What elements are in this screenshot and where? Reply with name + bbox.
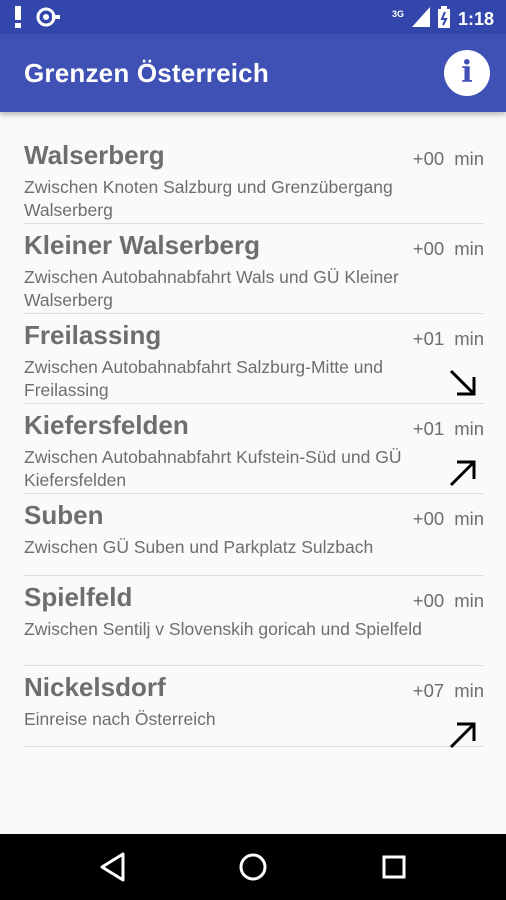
status-right: 3G 1:18 [392, 6, 494, 33]
delay-unit: min [454, 418, 484, 439]
item-name: Spielfeld [24, 582, 133, 612]
list-item[interactable]: Suben Zwischen GÜ Suben und Parkplatz Su… [24, 494, 484, 576]
delay-unit: min [454, 148, 484, 169]
delay-value: +01 [412, 328, 445, 349]
alert-icon [14, 6, 22, 33]
app-bar: Grenzen Österreich i [0, 34, 506, 112]
delay-value: +00 [412, 508, 445, 529]
delay-unit: min [454, 680, 484, 701]
back-icon[interactable] [96, 850, 130, 884]
delay-unit: min [454, 590, 484, 611]
item-description: Zwischen Autobahnabfahrt Wals und GÜ Kle… [24, 267, 399, 310]
delay-value: +00 [412, 238, 445, 259]
delay-unit: min [454, 328, 484, 349]
status-time: 1:18 [457, 9, 494, 29]
border-list: Walserberg Zwischen Knoten Salzburg und … [24, 134, 484, 749]
item-name: Suben [24, 500, 104, 530]
item-name: Kleiner Walserberg [24, 230, 261, 260]
info-button[interactable]: i [444, 50, 490, 96]
delay-value: +00 [412, 148, 445, 169]
item-description: Zwischen Autobahnabfahrt Salzburg-Mitte … [24, 357, 383, 400]
item-delay: +01 min [413, 328, 484, 350]
network-label: 3G [391, 8, 404, 19]
signal-icon [411, 7, 430, 32]
list-item[interactable]: Nickelsdorf Einreise nach Österreich +07… [24, 666, 484, 749]
arrow-up-right-icon [449, 460, 476, 487]
item-delay: +00 min [413, 508, 484, 530]
info-icon: i [461, 55, 473, 90]
list-item[interactable]: Kiefersfelden Zwischen Autobahnabfahrt K… [24, 404, 484, 494]
delay-value: +07 [412, 680, 445, 701]
item-name: Walserberg [24, 140, 165, 170]
item-delay: +01 min [413, 418, 484, 440]
item-description: Zwischen Autobahnabfahrt Kufstein-Süd un… [24, 447, 402, 490]
delay-unit: min [454, 508, 484, 529]
delay-unit: min [454, 238, 484, 259]
item-name: Nickelsdorf [24, 672, 166, 702]
item-delay: +00 min [413, 238, 484, 260]
item-delay: +07 min [413, 680, 484, 702]
item-delay: +00 min [413, 148, 484, 170]
item-description: Zwischen Sentilj v Slovenskih goricah un… [24, 619, 422, 639]
list-item[interactable]: Spielfeld Zwischen Sentilj v Slovenskih … [24, 576, 484, 666]
item-delay: +00 min [413, 590, 484, 612]
item-name: Freilassing [24, 320, 162, 350]
item-description: Zwischen GÜ Suben und Parkplatz Sulzbach [24, 537, 374, 557]
delay-value: +00 [412, 590, 445, 611]
home-icon[interactable] [236, 850, 270, 884]
item-description: Zwischen Knoten Salzburg und Grenzüberga… [24, 177, 393, 220]
list-item[interactable]: Freilassing Zwischen Autobahnabfahrt Sal… [24, 314, 484, 404]
arrow-up-right-icon [449, 722, 476, 749]
app-title: Grenzen Österreich [24, 58, 269, 88]
notification-icon [36, 6, 60, 33]
list-item[interactable]: Walserberg Zwischen Knoten Salzburg und … [24, 134, 484, 224]
list-item[interactable]: Kleiner Walserberg Zwischen Autobahnabfa… [24, 224, 484, 314]
recents-icon[interactable] [377, 850, 411, 884]
item-name: Kiefersfelden [24, 410, 189, 440]
item-description: Einreise nach Österreich [24, 709, 216, 729]
delay-value: +01 [412, 418, 445, 439]
status-bar: 3G 1:18 [0, 0, 506, 34]
arrow-down-right-icon [449, 369, 476, 396]
navigation-bar [0, 834, 506, 900]
status-left [14, 6, 60, 33]
battery-icon [437, 6, 450, 33]
